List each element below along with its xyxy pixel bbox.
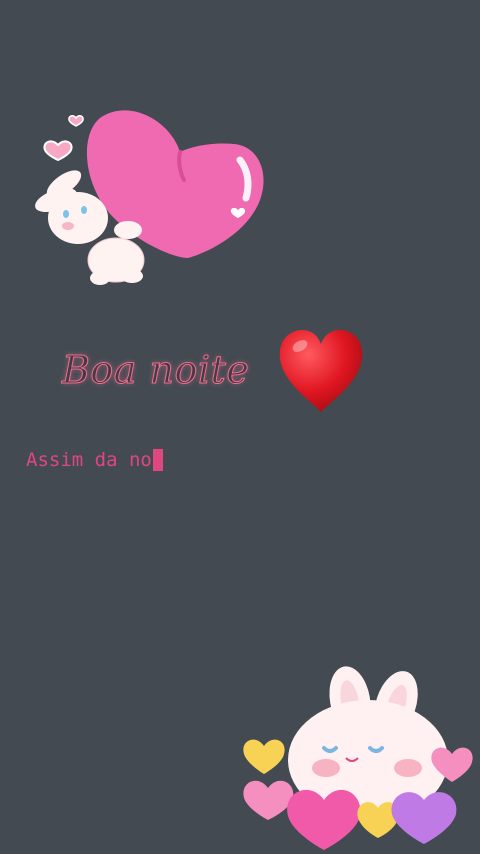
greeting-text: Boa noite bbox=[61, 348, 250, 393]
bunny-with-hearts-icon bbox=[243, 666, 473, 850]
typed-text: Assim da no bbox=[26, 449, 152, 471]
bunny-hugging-heart-icon bbox=[35, 110, 264, 285]
typing-text-line: Assim da no bbox=[26, 449, 163, 471]
red-heart-icon bbox=[279, 330, 363, 412]
text-cursor bbox=[152, 449, 163, 471]
screen: { "greeting": { "text": "Boa noite", "em… bbox=[0, 0, 480, 854]
